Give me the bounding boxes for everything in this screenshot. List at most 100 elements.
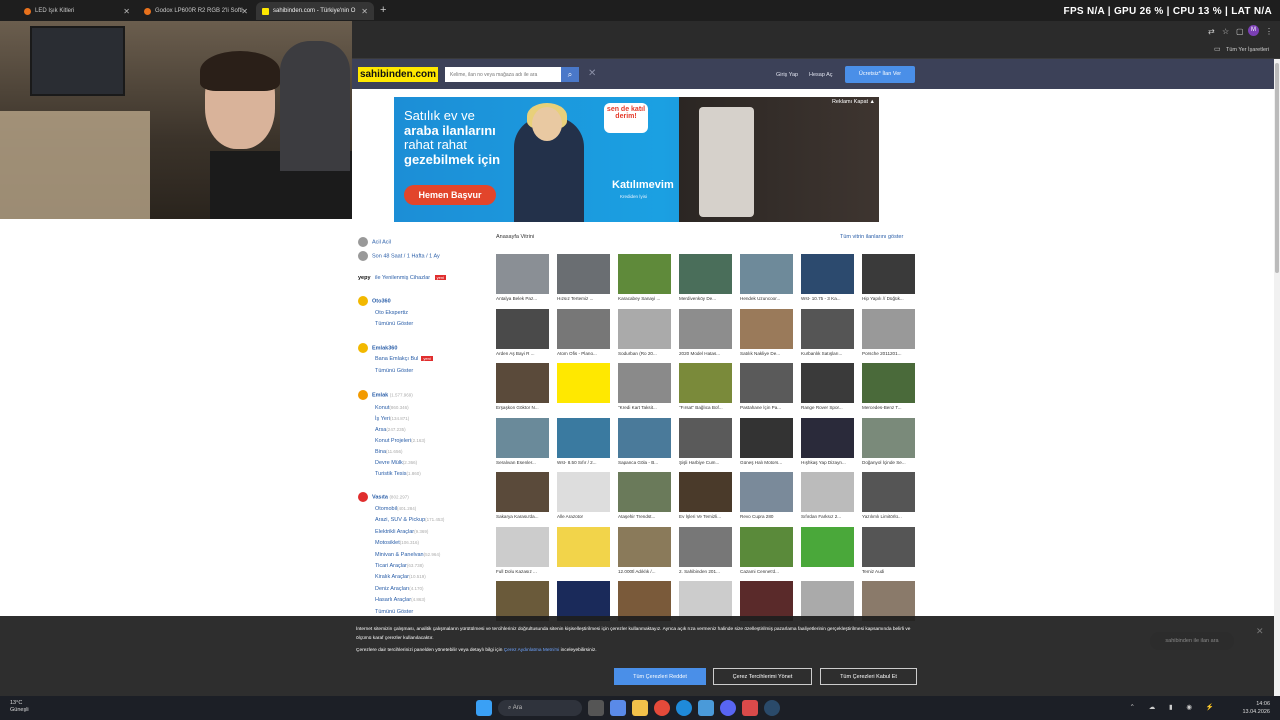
- sidebar-sub-item[interactable]: Bina(11.656): [375, 449, 402, 455]
- sidebar-sub-item[interactable]: Kiralık Araçlar(10.519): [375, 574, 426, 580]
- sidebar-sub-item[interactable]: Oto Ekspertiz: [375, 310, 408, 316]
- listing-thumbnail[interactable]: [801, 308, 854, 349]
- listing-thumbnail[interactable]: [618, 581, 671, 621]
- listing-thumbnail[interactable]: [618, 472, 671, 512]
- all-bookmarks-link[interactable]: Tüm Yer İşaretleri: [1226, 47, 1269, 53]
- listing-thumbnail[interactable]: [557, 417, 610, 458]
- listing-thumbnail[interactable]: [496, 363, 549, 403]
- showcase-tile[interactable]: Merdivenköy De...: [679, 254, 732, 301]
- listing-thumbnail[interactable]: [801, 472, 854, 512]
- showcase-tile[interactable]: Hızsız Tertemiz ...: [557, 254, 610, 301]
- listing-title[interactable]: Sıfırdan Farksız 2...: [801, 514, 854, 519]
- sidebar-sub-item[interactable]: Otomobil(401.284): [375, 506, 416, 512]
- listing-title[interactable]: Temiz Audi: [862, 569, 915, 574]
- listing-thumbnail[interactable]: [679, 581, 732, 621]
- listing-title[interactable]: Sapanca Göla - B...: [618, 460, 671, 465]
- showcase-tile[interactable]: Mercedes-Benz T...: [862, 363, 915, 410]
- showcase-tile[interactable]: [801, 526, 854, 569]
- sidebar-sub-item[interactable]: Minivan & Panelvan(52.964): [375, 552, 440, 558]
- close-ad-button[interactable]: Reklamı Kapat ▲: [832, 99, 875, 105]
- listing-title[interactable]: "Kredi Kart Taksit...: [618, 405, 671, 410]
- showcase-tile[interactable]: Cazami Cennet'd...: [740, 526, 793, 574]
- showcase-tile[interactable]: Güneş Halı Motors...: [740, 417, 793, 465]
- sidebar-sub-item[interactable]: Elektrikli Araçlar(9.369): [375, 529, 428, 535]
- showcase-show-all-link[interactable]: Tüm vitrin ilanlarını göster: [840, 234, 903, 240]
- listing-thumbnail[interactable]: [496, 308, 549, 349]
- extensions-icon[interactable]: ▢: [1236, 27, 1244, 36]
- showcase-tile[interactable]: Karacabey Sanayi ...: [618, 254, 671, 301]
- browser-tab[interactable]: Godox LP600R R2 RGB 2'li Softl ✕: [138, 2, 254, 20]
- login-link[interactable]: Giriş Yap: [776, 72, 798, 78]
- listing-thumbnail[interactable]: [801, 581, 854, 621]
- listing-title[interactable]: Ataşehir Trendst...: [618, 514, 671, 519]
- showcase-tile[interactable]: Sapanca Göla - B...: [618, 417, 671, 465]
- showcase-tile[interactable]: Wst- 8.50 Sıfır / 2...: [557, 417, 610, 465]
- showcase-tile[interactable]: Pastahane İçin Pa...: [740, 363, 793, 410]
- taskbar-search[interactable]: ⌕ Ara: [498, 700, 582, 716]
- close-tab-icon[interactable]: ✕: [241, 7, 248, 16]
- listing-title[interactable]: Full Dolu Kazasız ...: [496, 569, 549, 574]
- showcase-tile[interactable]: 2. Sahibinden 201...: [679, 526, 732, 574]
- showcase-tile[interactable]: Temiz Audi: [862, 526, 915, 574]
- store-icon[interactable]: [698, 700, 714, 716]
- translate-icon[interactable]: ⇄: [1208, 27, 1215, 36]
- browser-tab-active[interactable]: sahibinden.com - Türkiye'nin O ✕: [256, 2, 374, 20]
- floating-search-button[interactable]: sahibinden ile ilan ara: [1150, 632, 1234, 650]
- listing-title[interactable]: Cazami Cennet'd...: [740, 569, 793, 574]
- showcase-tile[interactable]: Atom Ofis - Plano...: [557, 308, 610, 356]
- listing-title[interactable]: Mercedes-Benz T...: [862, 405, 915, 410]
- sidebar-category-emlak360[interactable]: Emlak360: [358, 343, 397, 353]
- windows-start-icon[interactable]: [476, 700, 492, 716]
- chrome-icon[interactable]: [654, 700, 670, 716]
- site-logo[interactable]: sahibinden.com: [358, 67, 438, 82]
- showcase-tile[interactable]: "Fırsat" Bağlıca Bof...: [679, 363, 732, 410]
- sidebar-sub-item[interactable]: Arsa(247.235): [375, 427, 406, 433]
- showcase-tile[interactable]: Sakarya Karasu'da...: [496, 472, 549, 519]
- listing-title[interactable]: Erşaşkon Göktor N...: [496, 405, 549, 410]
- sidebar-category-emlak[interactable]: Emlak (1.577.969): [358, 390, 413, 400]
- listing-thumbnail[interactable]: [618, 254, 671, 294]
- browser-tab[interactable]: LED Işık Kitleri ✕: [18, 2, 136, 20]
- weather-widget[interactable]: 13°C Güneşli: [10, 700, 29, 714]
- close-icon[interactable]: ✕: [1256, 626, 1264, 637]
- sidebar-sub-item[interactable]: Konut Projeleri(2.163): [375, 438, 425, 444]
- showcase-tile[interactable]: Ataşehir Trendst...: [618, 472, 671, 519]
- showcase-tile[interactable]: Şişli Harbiye Cum...: [679, 417, 732, 465]
- showcase-tile[interactable]: Erşaşkon Göktor N...: [496, 363, 549, 410]
- listing-thumbnail[interactable]: [801, 254, 854, 294]
- listing-title[interactable]: Karacabey Sanayi ...: [618, 296, 671, 301]
- scrollbar-thumb[interactable]: [1275, 63, 1279, 273]
- bookmark-star-icon[interactable]: ☆: [1222, 27, 1229, 36]
- showcase-tile[interactable]: [557, 363, 610, 405]
- manage-cookies-button[interactable]: Çerez Tercihlerimi Yönet: [713, 668, 812, 685]
- listing-thumbnail[interactable]: [557, 526, 610, 567]
- listing-thumbnail[interactable]: [862, 581, 915, 621]
- file-explorer-icon[interactable]: [632, 700, 648, 716]
- showcase-tile[interactable]: Hendek Uzuncoor...: [740, 254, 793, 301]
- showcase-tile[interactable]: Wst- 10.75 - 3 Ka...: [801, 254, 854, 301]
- listing-thumbnail[interactable]: [679, 526, 732, 567]
- showcase-tile[interactable]: Porsche 2011201...: [862, 308, 915, 356]
- sidebar-sub-item[interactable]: Konut(860.346): [375, 405, 409, 411]
- listing-title[interactable]: Seralıvan Esenler...: [496, 460, 549, 465]
- steam-icon[interactable]: [764, 700, 780, 716]
- copilot-icon[interactable]: [610, 700, 626, 716]
- ad-banner[interactable]: Satılık ev ve araba ilanlarını rahat rah…: [394, 97, 879, 222]
- listing-thumbnail[interactable]: [496, 526, 549, 567]
- listing-thumbnail[interactable]: [862, 417, 915, 458]
- cookie-policy-link[interactable]: Çerez Aydınlatma Metni'ni: [504, 648, 560, 653]
- game-icon[interactable]: [742, 700, 758, 716]
- edge-icon[interactable]: [676, 700, 692, 716]
- listing-title[interactable]: Porsche 2011201...: [862, 351, 915, 356]
- sidebar-sub-item[interactable]: İş Yeri(134.871): [375, 416, 409, 422]
- showcase-tile[interactable]: 2020 Model Hatas...: [679, 308, 732, 356]
- sidebar-sub-item[interactable]: Ticari Araçlar(63.738): [375, 563, 424, 569]
- post-ad-button[interactable]: Ücretsiz* İlan Ver: [845, 66, 915, 83]
- listing-title[interactable]: Hip Yapılı // Düğük...: [862, 296, 915, 301]
- listing-thumbnail[interactable]: [801, 417, 854, 458]
- listing-thumbnail[interactable]: [618, 308, 671, 349]
- listing-title[interactable]: Hendek Uzuncoor...: [740, 296, 793, 301]
- accept-all-cookies-button[interactable]: Tüm Çerezleri Kabul Et: [820, 668, 917, 685]
- listing-thumbnail[interactable]: [862, 363, 915, 403]
- profile-avatar[interactable]: M: [1248, 25, 1259, 36]
